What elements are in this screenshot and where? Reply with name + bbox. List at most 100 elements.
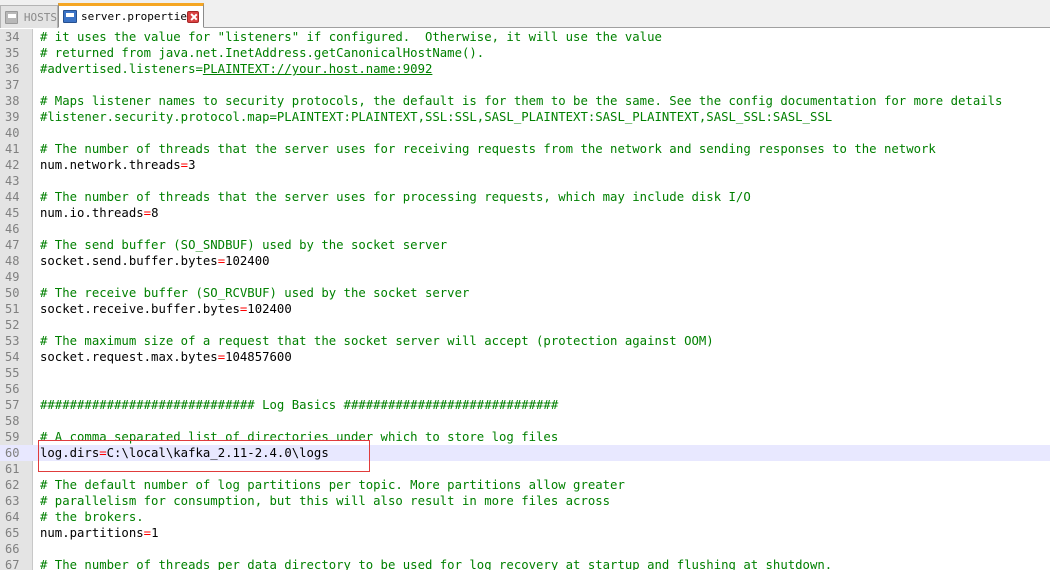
code-line[interactable]: 37 xyxy=(0,77,1050,93)
code-line[interactable]: 49 xyxy=(0,269,1050,285)
line-number: 51 xyxy=(5,302,20,316)
line-number: 48 xyxy=(5,254,20,268)
code-line[interactable]: 48 socket.send.buffer.bytes=102400 xyxy=(0,253,1050,269)
code-line[interactable]: 67 # The number of threads per data direc… xyxy=(0,557,1050,570)
comment-text: # the brokers. xyxy=(40,510,144,524)
line-number: 60 xyxy=(5,446,20,460)
code-line[interactable]: 41 # The number of threads that the serve… xyxy=(0,141,1050,157)
code-line[interactable]: 57 ############################# Log Basi… xyxy=(0,397,1050,413)
line-content: # The default number of log partitions p… xyxy=(40,477,625,493)
code-line[interactable]: 55 xyxy=(0,365,1050,381)
line-number: 50 xyxy=(5,286,20,300)
code-line[interactable]: 51 socket.receive.buffer.bytes=102400 xyxy=(0,301,1050,317)
code-line[interactable]: 42 num.network.threads=3 xyxy=(0,157,1050,173)
line-number: 49 xyxy=(5,270,20,284)
property-key: num.network.threads xyxy=(40,158,181,172)
code-line[interactable]: 38 # Maps listener names to security prot… xyxy=(0,93,1050,109)
property-value: 104857600 xyxy=(225,350,292,364)
comment-text: # A comma separated list of directories … xyxy=(40,430,559,444)
code-line[interactable]: 47 # The send buffer (SO_SNDBUF) used by … xyxy=(0,237,1050,253)
property-value: 1 xyxy=(151,526,159,540)
line-content: #listener.security.protocol.map=PLAINTEX… xyxy=(40,109,832,125)
comment-text: # The default number of log partitions p… xyxy=(40,478,625,492)
line-number: 35 xyxy=(5,46,20,60)
code-line[interactable]: 63 # parallelism for consumption, but thi… xyxy=(0,493,1050,509)
code-line[interactable]: 34 # it uses the value for "listeners" if… xyxy=(0,29,1050,45)
comment-text: # it uses the value for "listeners" if c… xyxy=(40,30,662,44)
comment-text: # returned from java.net.InetAddress.get… xyxy=(40,46,485,60)
line-number: 57 xyxy=(5,398,20,412)
comment-text: # The number of threads that the server … xyxy=(40,142,936,156)
line-number: 58 xyxy=(5,414,20,428)
line-number: 55 xyxy=(5,366,20,380)
tab-label: server.properties xyxy=(81,10,194,23)
comment-text: #advertised.listeners= xyxy=(40,62,203,76)
code-line[interactable]: 52 xyxy=(0,317,1050,333)
code-line[interactable]: 46 xyxy=(0,221,1050,237)
line-content: # Maps listener names to security protoc… xyxy=(40,93,1002,109)
line-content: # The number of threads per data directo… xyxy=(40,557,832,570)
code-editor[interactable]: 34 # it uses the value for "listeners" if… xyxy=(0,29,1050,570)
property-key: socket.request.max.bytes xyxy=(40,350,218,364)
line-number: 65 xyxy=(5,526,20,540)
code-line[interactable]: 54 socket.request.max.bytes=104857600 xyxy=(0,349,1050,365)
line-number: 67 xyxy=(5,558,20,570)
tab-label: HOSTS xyxy=(23,10,57,24)
equals-operator: = xyxy=(143,526,152,540)
line-content: socket.send.buffer.bytes=102400 xyxy=(40,253,270,269)
code-line[interactable]: 43 xyxy=(0,173,1050,189)
code-line[interactable]: 61 xyxy=(0,461,1050,477)
comment-text: # The number of threads that the server … xyxy=(40,190,751,204)
code-line[interactable]: 56 xyxy=(0,381,1050,397)
code-line[interactable]: 59 # A comma separated list of directorie… xyxy=(0,429,1050,445)
line-number: 54 xyxy=(5,350,20,364)
property-value: 102400 xyxy=(247,302,292,316)
property-value: 102400 xyxy=(225,254,270,268)
code-line[interactable]: 45 num.io.threads=8 xyxy=(0,205,1050,221)
line-number: 42 xyxy=(5,158,20,172)
line-number: 53 xyxy=(5,334,20,348)
line-number: 52 xyxy=(5,318,20,332)
equals-operator: = xyxy=(143,206,152,220)
code-line[interactable]: 40 xyxy=(0,125,1050,141)
code-line[interactable]: 50 # The receive buffer (SO_RCVBUF) used … xyxy=(0,285,1050,301)
code-line[interactable]: 53 # The maximum size of a request that t… xyxy=(0,333,1050,349)
equals-operator: = xyxy=(180,158,189,172)
comment-text: # The receive buffer (SO_RCVBUF) used by… xyxy=(40,286,470,300)
code-line[interactable]: 64 # the brokers. xyxy=(0,509,1050,525)
line-number: 56 xyxy=(5,382,20,396)
line-number: 38 xyxy=(5,94,20,108)
line-number: 64 xyxy=(5,510,20,524)
property-key: socket.receive.buffer.bytes xyxy=(40,302,240,316)
code-line[interactable]: 39 #listener.security.protocol.map=PLAINT… xyxy=(0,109,1050,125)
code-line[interactable]: 44 # The number of threads that the serve… xyxy=(0,189,1050,205)
line-number: 59 xyxy=(5,430,20,444)
url-link[interactable]: PLAINTEXT://your.host.name:9092 xyxy=(203,62,433,76)
line-content: ############################# Log Basics… xyxy=(40,397,558,413)
equals-operator: = xyxy=(99,446,107,460)
code-line[interactable]: 60 log.dirs=C:\local\kafka_2.11-2.4.0\log… xyxy=(0,445,1050,461)
code-line[interactable]: 66 xyxy=(0,541,1050,557)
line-number: 37 xyxy=(5,78,20,92)
line-number: 41 xyxy=(5,142,20,156)
line-content: num.network.threads=3 xyxy=(40,157,195,173)
line-content: # The maximum size of a request that the… xyxy=(40,333,714,349)
close-icon[interactable] xyxy=(187,10,199,23)
line-number: 61 xyxy=(5,462,20,476)
property-value: C:\local\kafka_2.11-2.4.0\logs xyxy=(106,446,329,460)
code-line[interactable]: 35 # returned from java.net.InetAddress.g… xyxy=(0,45,1050,61)
code-line[interactable]: 58 xyxy=(0,413,1050,429)
line-content: # The number of threads that the server … xyxy=(40,189,751,205)
tab-hosts[interactable]: HOSTS xyxy=(0,5,58,28)
code-line[interactable]: 65 num.partitions=1 xyxy=(0,525,1050,541)
tab-server-properties[interactable]: server.properties xyxy=(58,3,204,28)
line-number: 62 xyxy=(5,478,20,492)
equals-operator: = xyxy=(217,350,226,364)
save-file-icon xyxy=(63,10,77,23)
comment-text: # parallelism for consumption, but this … xyxy=(40,494,611,508)
line-number: 63 xyxy=(5,494,20,508)
code-line[interactable]: 36 #advertised.listeners=PLAINTEXT://your… xyxy=(0,61,1050,77)
comment-text: # The maximum size of a request that the… xyxy=(40,334,714,348)
code-line[interactable]: 62 # The default number of log partitions… xyxy=(0,477,1050,493)
comment-text: # The send buffer (SO_SNDBUF) used by th… xyxy=(40,238,448,252)
